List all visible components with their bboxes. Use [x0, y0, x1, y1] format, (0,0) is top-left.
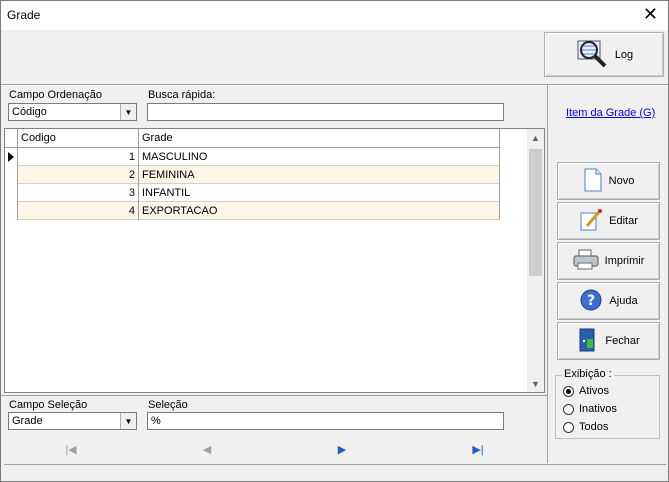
table-row[interactable]: 1 MASCULINO: [5, 148, 500, 166]
radio-active[interactable]: Ativos: [563, 385, 609, 397]
window-title: Grade: [7, 8, 41, 22]
quick-search-label: Busca rápida:: [148, 89, 216, 101]
help-label: Ajuda: [609, 295, 638, 307]
data-grid[interactable]: Codigo Grade 1 MASCULINO 2 FEMININA 3 IN…: [4, 128, 545, 393]
cell-grade: EXPORTACAO: [139, 202, 500, 220]
chevron-down-icon[interactable]: ▼: [120, 104, 136, 120]
sort-field-label: Campo Ordenação: [9, 89, 102, 101]
radio-inactive-indicator[interactable]: [563, 403, 574, 415]
cell-codigo: 4: [18, 202, 139, 220]
row-indicator: [5, 202, 18, 220]
new-button[interactable]: Novo: [557, 162, 660, 200]
cell-codigo: 2: [18, 166, 139, 184]
exit-door-icon: [577, 327, 599, 356]
radio-active-indicator[interactable]: [563, 385, 574, 397]
table-row[interactable]: 4 EXPORTACAO: [5, 202, 500, 220]
print-label: Imprimir: [604, 255, 645, 267]
column-header-codigo[interactable]: Codigo: [18, 129, 139, 147]
printer-icon: [573, 249, 599, 274]
help-button[interactable]: ? Ajuda: [557, 282, 660, 320]
print-button[interactable]: Imprimir: [557, 242, 660, 280]
selection-value: %: [151, 415, 161, 427]
radio-inactive-label: Inativos: [579, 403, 617, 415]
title-bar: Grade ✕: [1, 1, 668, 30]
sort-field-select[interactable]: Código ▼: [8, 103, 137, 121]
current-row-indicator-icon: [5, 148, 18, 166]
next-record-icon[interactable]: ▶: [332, 441, 352, 457]
row-indicator: [5, 166, 18, 184]
quick-search-input[interactable]: [147, 103, 504, 121]
svg-text:?: ?: [587, 293, 595, 309]
vertical-scrollbar[interactable]: ▲ ▼: [527, 129, 544, 392]
scroll-up-icon[interactable]: ▲: [527, 129, 544, 146]
prev-record-icon[interactable]: ◀: [197, 441, 217, 457]
cell-grade: MASCULINO: [139, 148, 500, 166]
scroll-down-icon[interactable]: ▼: [527, 375, 544, 392]
edit-label: Editar: [609, 215, 638, 227]
selection-input[interactable]: %: [147, 412, 504, 430]
radio-inactive[interactable]: Inativos: [563, 403, 617, 415]
cell-grade: FEMININA: [139, 166, 500, 184]
close-button[interactable]: Fechar: [557, 322, 660, 360]
table-row[interactable]: 2 FEMININA: [5, 166, 500, 184]
cell-codigo: 1: [18, 148, 139, 166]
grid-header: Codigo Grade: [5, 129, 500, 148]
help-question-icon: ?: [579, 288, 603, 315]
close-label: Fechar: [605, 335, 640, 347]
sort-field-value: Código: [12, 106, 47, 118]
close-icon[interactable]: ✕: [643, 4, 658, 24]
scroll-thumb[interactable]: [529, 149, 542, 276]
new-label: Novo: [608, 175, 635, 187]
app-window: Grade ✕ Log Campo Ordenação Código ▼ Bus…: [0, 0, 669, 482]
selection-field-select[interactable]: Grade ▼: [8, 412, 137, 430]
display-group-title: Exibição :: [562, 368, 614, 380]
header-indicator-cell: [5, 129, 18, 147]
column-header-grade[interactable]: Grade: [139, 129, 500, 147]
log-magnifier-icon: [575, 37, 609, 72]
first-record-icon[interactable]: |◀: [61, 441, 81, 457]
cell-grade: INFANTIL: [139, 184, 500, 202]
edit-button[interactable]: Editar: [557, 202, 660, 240]
right-divider: [547, 85, 548, 463]
bottom-divider: [1, 395, 547, 396]
selection-field-value: Grade: [12, 415, 43, 427]
top-divider-highlight: [1, 85, 668, 86]
grade-item-link[interactable]: Item da Grade (G): [566, 107, 655, 119]
selection-field-label: Campo Seleção: [9, 399, 88, 411]
new-document-icon: [583, 168, 603, 195]
radio-all-indicator[interactable]: [563, 421, 574, 433]
radio-all[interactable]: Todos: [563, 421, 608, 433]
edit-pencil-icon: [579, 208, 603, 235]
radio-all-label: Todos: [579, 421, 609, 433]
table-row[interactable]: 3 INFANTIL: [5, 184, 500, 202]
chevron-down-icon[interactable]: ▼: [120, 413, 136, 429]
log-button[interactable]: Log: [544, 32, 664, 77]
cell-codigo: 3: [18, 184, 139, 202]
selection-label: Seleção: [148, 399, 188, 411]
log-label: Log: [614, 48, 634, 61]
radio-active-label: Ativos: [579, 385, 609, 397]
status-bar: [4, 464, 666, 480]
row-indicator: [5, 184, 18, 202]
last-record-icon[interactable]: ▶|: [468, 441, 488, 457]
